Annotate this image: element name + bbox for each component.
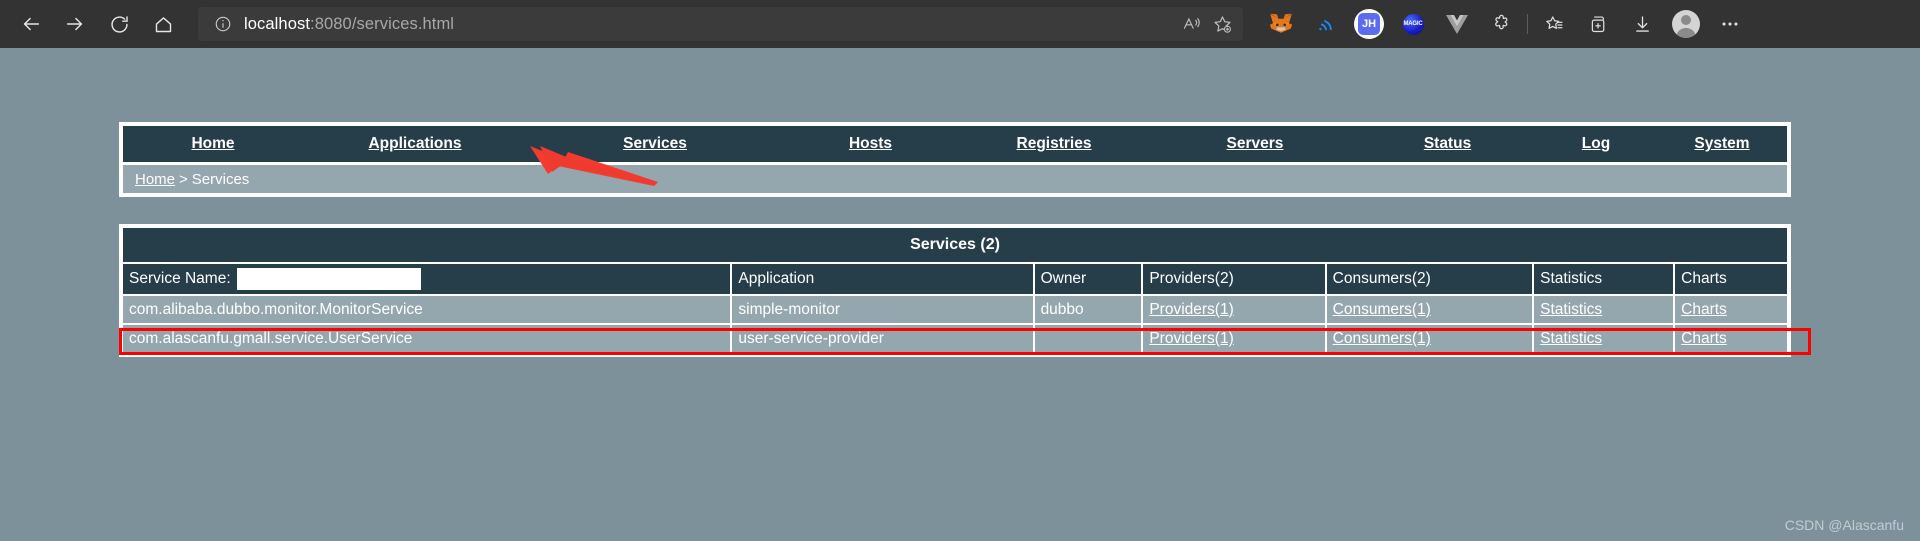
rss-feed-icon[interactable] <box>1303 3 1347 45</box>
url-text[interactable]: localhost:8080/services.html <box>236 15 1177 34</box>
magic-extension-icon[interactable]: MAGIC <box>1391 3 1435 45</box>
downloads-icon[interactable] <box>1620 3 1664 45</box>
metamask-fox-icon[interactable] <box>1259 3 1303 45</box>
cell-owner <box>1033 324 1144 353</box>
cell-providers: Providers(1) <box>1142 324 1327 353</box>
column-providers: Providers(2) <box>1142 264 1327 296</box>
cell-statistics: Statistics <box>1533 324 1676 353</box>
jh-badge-text: JH <box>1358 13 1380 35</box>
breadcrumb-separator: > <box>179 170 188 188</box>
nav-item-status[interactable]: Status <box>1360 135 1535 153</box>
settings-more-icon[interactable] <box>1708 3 1752 45</box>
extensions-puzzle-icon[interactable] <box>1479 3 1523 45</box>
consumers-link[interactable]: Consumers(1) <box>1333 330 1431 347</box>
vue-devtools-icon[interactable] <box>1435 3 1479 45</box>
statistics-link[interactable]: Statistics <box>1540 330 1602 347</box>
back-button[interactable] <box>10 3 52 45</box>
nav-item-hosts[interactable]: Hosts <box>783 135 958 153</box>
magic-badge-text: MAGIC <box>1402 13 1424 35</box>
nav-item-registries[interactable]: Registries <box>958 135 1150 153</box>
cell-application: user-service-provider <box>731 324 1035 353</box>
url-path: :8080/services.html <box>310 14 455 33</box>
table-header-row: Service Name: Application Owner Provider… <box>123 264 1787 296</box>
statistics-link[interactable]: Statistics <box>1540 301 1602 318</box>
cell-application: simple-monitor <box>731 295 1035 325</box>
avatar <box>1672 10 1700 38</box>
breadcrumb: Home > Services <box>123 165 1787 193</box>
profile-avatar[interactable] <box>1664 3 1708 45</box>
consumers-link[interactable]: Consumers(1) <box>1333 301 1431 318</box>
browser-toolbar: localhost:8080/services.html JH MAGIC <box>0 0 1920 48</box>
cell-service-name: com.alascanfu.gmall.service.UserService <box>123 324 733 353</box>
cell-statistics: Statistics <box>1533 295 1676 325</box>
cell-consumers: Consumers(1) <box>1325 324 1535 353</box>
breadcrumb-home-link[interactable]: Home <box>135 171 175 188</box>
providers-link[interactable]: Providers(1) <box>1149 301 1233 318</box>
nav-item-log[interactable]: Log <box>1535 135 1657 153</box>
cell-service-name: com.alibaba.dubbo.monitor.MonitorService <box>123 295 733 325</box>
services-table: Service Name: Application Owner Provider… <box>123 264 1787 353</box>
cell-charts: Charts <box>1674 324 1787 353</box>
table-row: com.alibaba.dubbo.monitor.MonitorService… <box>123 295 1787 325</box>
cell-providers: Providers(1) <box>1142 295 1327 325</box>
services-panel: Services (2) Service Name: Application O… <box>119 224 1791 357</box>
column-consumers: Consumers(2) <box>1325 264 1535 296</box>
jh-extension-icon[interactable]: JH <box>1347 3 1391 45</box>
nav-item-system[interactable]: System <box>1657 135 1787 153</box>
column-application: Application <box>731 264 1035 296</box>
collections-icon[interactable] <box>1576 3 1620 45</box>
main-menu: Home Applications Services Hosts Registr… <box>123 126 1787 162</box>
refresh-button[interactable] <box>98 3 140 45</box>
table-row: com.alascanfu.gmall.service.UserService … <box>123 324 1787 353</box>
services-table-title: Services (2) <box>123 228 1787 262</box>
site-info-icon[interactable] <box>210 11 236 37</box>
service-name-input[interactable] <box>236 268 421 290</box>
column-service-name: Service Name: <box>123 264 733 296</box>
watermark-text: CSDN @Alascanfu <box>1784 517 1904 533</box>
read-aloud-icon[interactable] <box>1177 9 1207 39</box>
page-body: Home Applications Services Hosts Registr… <box>0 48 1920 541</box>
nav-item-services[interactable]: Services <box>527 135 783 153</box>
column-charts: Charts <box>1674 264 1787 296</box>
nav-item-home[interactable]: Home <box>123 135 303 153</box>
url-host: localhost <box>244 14 311 33</box>
add-favorite-icon[interactable] <box>1207 9 1237 39</box>
nav-item-servers[interactable]: Servers <box>1150 135 1360 153</box>
favorites-icon[interactable] <box>1532 3 1576 45</box>
charts-link[interactable]: Charts <box>1681 301 1727 318</box>
column-statistics: Statistics <box>1533 264 1676 296</box>
cell-consumers: Consumers(1) <box>1325 295 1535 325</box>
address-bar[interactable]: localhost:8080/services.html <box>198 7 1243 41</box>
column-owner: Owner <box>1033 264 1144 296</box>
nav-item-applications[interactable]: Applications <box>303 135 527 153</box>
providers-link[interactable]: Providers(1) <box>1149 330 1233 347</box>
cell-owner: dubbo <box>1033 295 1144 325</box>
nav-panel: Home Applications Services Hosts Registr… <box>119 122 1791 197</box>
breadcrumb-current: Services <box>191 170 250 188</box>
toolbar-divider <box>1527 14 1528 34</box>
cell-charts: Charts <box>1674 295 1787 325</box>
service-name-label: Service Name: <box>129 270 231 287</box>
charts-link[interactable]: Charts <box>1681 330 1727 347</box>
home-button[interactable] <box>142 3 184 45</box>
forward-button[interactable] <box>54 3 96 45</box>
extension-toolbar: JH MAGIC <box>1253 3 1752 45</box>
